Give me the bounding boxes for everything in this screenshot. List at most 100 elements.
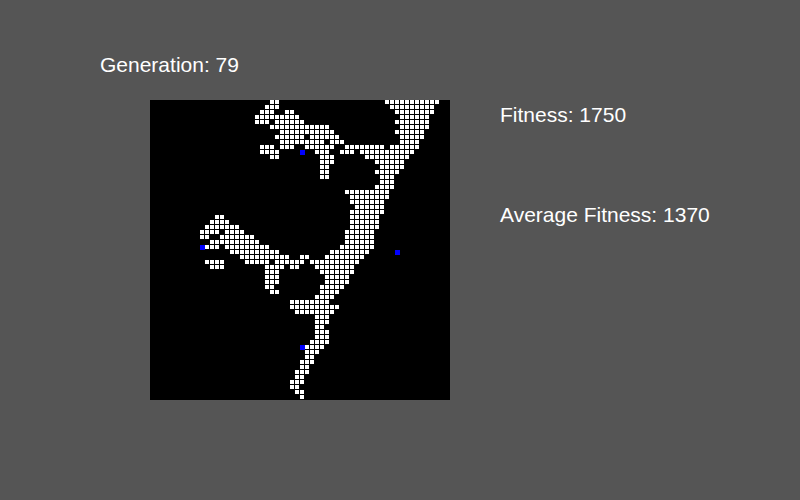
grid-cell <box>240 235 244 239</box>
grid-cell <box>240 250 244 254</box>
grid-cell <box>330 140 334 144</box>
grid-cell <box>360 230 364 234</box>
grid-cell <box>320 335 324 339</box>
grid-cell <box>300 300 304 304</box>
grid-cell <box>340 245 344 249</box>
grid-cell <box>210 265 214 269</box>
grid-cell <box>275 125 279 129</box>
grid-cell <box>315 260 319 264</box>
grid-cell <box>280 265 284 269</box>
grid-cell <box>275 290 279 294</box>
grid-cell <box>420 115 424 119</box>
grid-cell <box>205 225 209 229</box>
grid-cell <box>300 395 304 399</box>
grid-cell <box>250 235 254 239</box>
grid-cell <box>305 255 309 259</box>
grid-cell <box>390 155 394 159</box>
grid-cell <box>295 265 299 269</box>
grid-cell <box>315 305 319 309</box>
grid-cell <box>385 150 389 154</box>
grid-cell <box>275 100 279 104</box>
grid-cell <box>405 105 409 109</box>
grid-cell <box>290 385 294 389</box>
grid-cell <box>410 135 414 139</box>
grid-cell <box>200 235 204 239</box>
grid-cell <box>350 215 354 219</box>
grid-cell <box>275 120 279 124</box>
grid-cell <box>305 350 309 354</box>
grid-cell <box>265 245 269 249</box>
grid-cell <box>350 250 354 254</box>
grid-cell <box>335 135 339 139</box>
grid-cell <box>425 110 429 114</box>
grid-cell <box>225 245 229 249</box>
grid-cell <box>245 250 249 254</box>
grid-cell <box>355 205 359 209</box>
grid-cell <box>205 245 209 249</box>
grid-cell <box>315 325 319 329</box>
grid-cell <box>325 265 329 269</box>
grid-cell <box>390 185 394 189</box>
grid-cell <box>355 255 359 259</box>
grid-cell <box>350 270 354 274</box>
grid-cell <box>315 300 319 304</box>
grid-cell <box>375 170 379 174</box>
grid-cell <box>355 215 359 219</box>
main-area: Fitness: 1750Average Fitness: 1370 <box>100 100 800 400</box>
grid-cell <box>240 240 244 244</box>
grid-cell <box>370 145 374 149</box>
grid-cell <box>250 250 254 254</box>
grid-cell <box>280 145 284 149</box>
grid-cell <box>325 260 329 264</box>
grid-cell <box>215 215 219 219</box>
grid-cell <box>260 115 264 119</box>
grid-cell <box>375 145 379 149</box>
grid-cell <box>360 255 364 259</box>
grid-cell <box>370 220 374 224</box>
grid-cell <box>255 245 259 249</box>
grid-cell <box>295 135 299 139</box>
grid-cell <box>425 120 429 124</box>
grid-cell <box>310 130 314 134</box>
grid-cell <box>295 140 299 144</box>
grid-cell <box>275 250 279 254</box>
grid-cell <box>305 125 309 129</box>
grid-cell <box>225 240 229 244</box>
grid-cell <box>365 145 369 149</box>
grid-cell <box>380 160 384 164</box>
grid-cell <box>250 240 254 244</box>
grid-cell <box>295 260 299 264</box>
grid-cell <box>400 120 404 124</box>
grid-cell <box>350 225 354 229</box>
grid-cell <box>270 265 274 269</box>
grid-cell <box>295 300 299 304</box>
grid-cell <box>300 140 304 144</box>
grid-cell <box>350 195 354 199</box>
grid-cell <box>340 270 344 274</box>
grid-cell <box>305 355 309 359</box>
grid-cell <box>370 245 374 249</box>
grid-cell <box>315 135 319 139</box>
grid-cell <box>410 120 414 124</box>
grid-cell <box>330 290 334 294</box>
grid-cell <box>330 295 334 299</box>
grid-cell <box>390 165 394 169</box>
grid-cell <box>295 115 299 119</box>
grid-cell <box>390 105 394 109</box>
grid-cell <box>420 105 424 109</box>
grid-cell <box>400 150 404 154</box>
grid-cell <box>295 120 299 124</box>
grid-cell <box>270 110 274 114</box>
grid-cell <box>365 225 369 229</box>
grid-cell <box>340 255 344 259</box>
grid-cell <box>315 125 319 129</box>
stat-label: Average Fitness: 1370 <box>500 203 710 227</box>
grid-cell <box>315 330 319 334</box>
grid-cell <box>265 265 269 269</box>
grid-cell <box>325 160 329 164</box>
grid-cell <box>225 230 229 234</box>
grid-cell <box>375 160 379 164</box>
grid-cell <box>220 225 224 229</box>
grid-cell <box>205 230 209 234</box>
grid-cell <box>415 105 419 109</box>
